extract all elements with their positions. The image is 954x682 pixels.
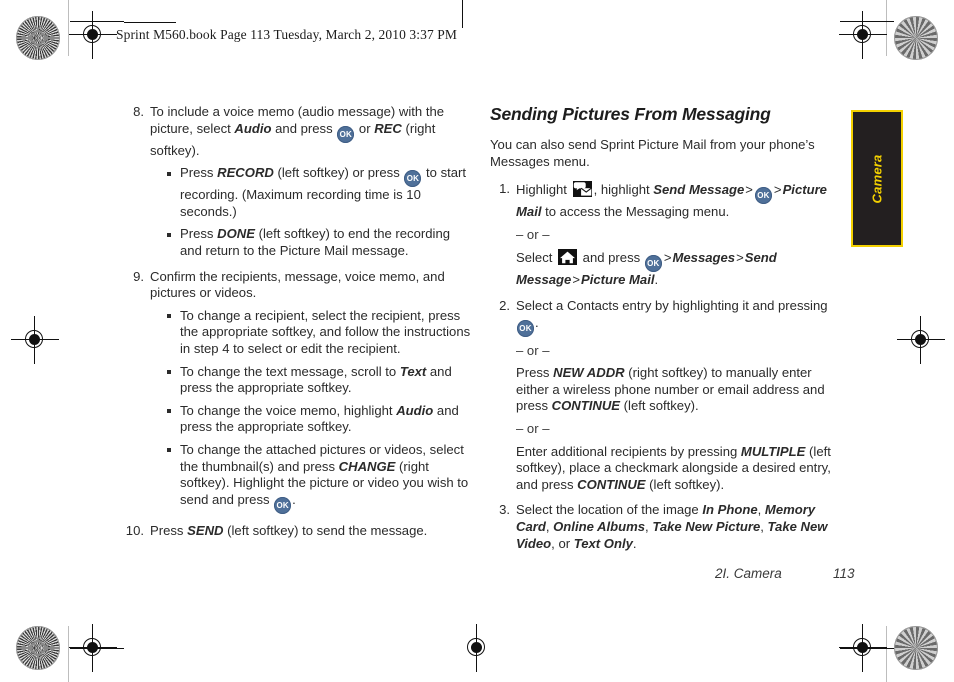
ui-keyword: SEND [187,522,224,538]
ui-keyword: DONE [217,226,255,242]
ui-keyword: Audio [396,402,434,418]
ui-keyword: CONTINUE [577,476,646,492]
ui-keyword: CHANGE [338,458,396,474]
ok-key-icon: OK [754,187,772,205]
step-text: Select a Contacts entry by highlighting … [516,298,842,337]
ui-keyword: REC [374,120,402,136]
trim-guide-vertical-right [886,0,887,56]
numbered-step: 1. Highlight , highlight Send Message> OK >… [490,181,842,289]
ui-keyword: RECORD [217,165,274,181]
section-intro-paragraph: You can also send Sprint Picture Mail fr… [490,137,815,169]
numbered-step: 9. Confirm the recipients, message, voice… [124,269,474,514]
ui-keyword: Text Only [573,535,633,551]
registration-target-top-right [839,11,887,59]
registration-starburst-bottom-left [16,626,60,670]
menu-separator: > [736,250,744,266]
ui-keyword: Online Albums [553,518,646,534]
registration-target-bottom-left [69,624,117,672]
registration-starburst-top-left [16,16,60,60]
registration-target-right-middle [897,316,945,364]
numbered-step: 3. Select the location of the image In Ph… [490,502,842,552]
registration-starburst-bottom-right [894,626,938,670]
step-text: Highlight , highlight Send Message> OK >Pi… [516,181,827,220]
menu-separator: > [773,182,782,198]
or-divider: – or – [516,420,550,436]
trim-guide-vertical-bottom-right [886,626,887,682]
registration-target-bottom-center [462,624,492,672]
numbered-step: 10. Press SEND (left softkey) to send the… [124,523,474,540]
step-number: 1. [499,181,510,197]
step-text: To include a voice memo (audio message) … [150,104,445,158]
ui-keyword: Take New Picture [652,518,761,534]
ok-key-icon: OK [337,125,355,143]
step-text: Select the location of the image In Phon… [516,502,828,551]
registration-starburst-top-right [894,16,938,60]
crop-mark-top-center [462,0,464,28]
ok-key-icon: OK [517,319,534,337]
ui-keyword: MULTIPLE [740,443,806,459]
step-text: Press SEND (left softkey) to send the me… [150,522,428,538]
ok-key-icon: OK [404,170,422,188]
left-text-column: 8. To include a voice memo (audio message… [124,104,474,548]
ui-keyword: CONTINUE [551,398,621,414]
or-divider: – or – [516,342,550,358]
ui-keyword: Send Message [653,182,745,198]
step-sub-bullet: To change the text message, scroll to Te… [166,364,474,397]
page-header-text: Sprint M560.book Page 113 Tuesday, March… [116,27,457,42]
footer-chapter-label: 2I. Camera [715,566,782,581]
ui-keyword: NEW ADDR [553,365,625,381]
step-number: 10. [125,522,144,538]
step-sub-bullet: To change the attached pictures or video… [166,442,474,514]
messaging-icon [572,181,592,198]
ok-key-icon: OK [274,496,292,514]
right-text-column: Sending Pictures From Messaging You can a… [490,104,842,561]
step-number: 9. [133,268,144,284]
step-sub-bullet: Press DONE (left softkey) to end the rec… [166,226,474,259]
footer-page-number: 113 [833,566,855,581]
ui-keyword: Audio [234,120,272,136]
step-sub-bullet: Press RECORD (left softkey) or press OK … [166,165,474,220]
menu-separator: > [572,272,580,288]
registration-target-top-left [69,11,117,59]
alternative-instruction: Enter additional recipients by pressing … [516,443,831,492]
step-number: 8. [133,104,144,119]
menu-separator: > [745,182,753,198]
alternative-instruction: Press NEW ADDR (right softkey) to manual… [516,365,825,414]
alternative-instruction: Select and press OK >Messages>Send Messag… [516,249,777,288]
numbered-step: 8. To include a voice memo (audio message… [124,104,474,260]
or-divider: – or – [516,226,550,242]
registration-target-bottom-right [839,624,887,672]
ui-keyword: Messages [672,250,736,266]
ui-keyword: Text [399,363,427,379]
registration-target-left-middle [11,316,59,364]
ui-keyword: In Phone [702,502,758,518]
ui-keyword: Picture Mail [580,272,655,288]
header-rule [124,22,176,24]
section-title: Sending Pictures From Messaging [490,104,771,124]
step-text: Confirm the recipients, message, voice m… [150,268,445,301]
chapter-thumb-tab-label: Camera [869,154,885,203]
step-sub-bullet: To change the voice memo, highlight Audi… [166,403,474,436]
chapter-thumb-tab: Camera [851,110,903,247]
trim-guide-vertical-left [68,0,69,56]
step-sub-bullet: To change a recipient, select the recipi… [166,308,474,358]
trim-guide-vertical-bottom-left [68,626,69,682]
home-icon [558,249,578,266]
step-number: 2. [499,297,510,313]
step-number: 3. [499,502,510,518]
ok-key-icon: OK [644,255,662,273]
numbered-step: 2. Select a Contacts entry by highlightin… [490,298,842,493]
